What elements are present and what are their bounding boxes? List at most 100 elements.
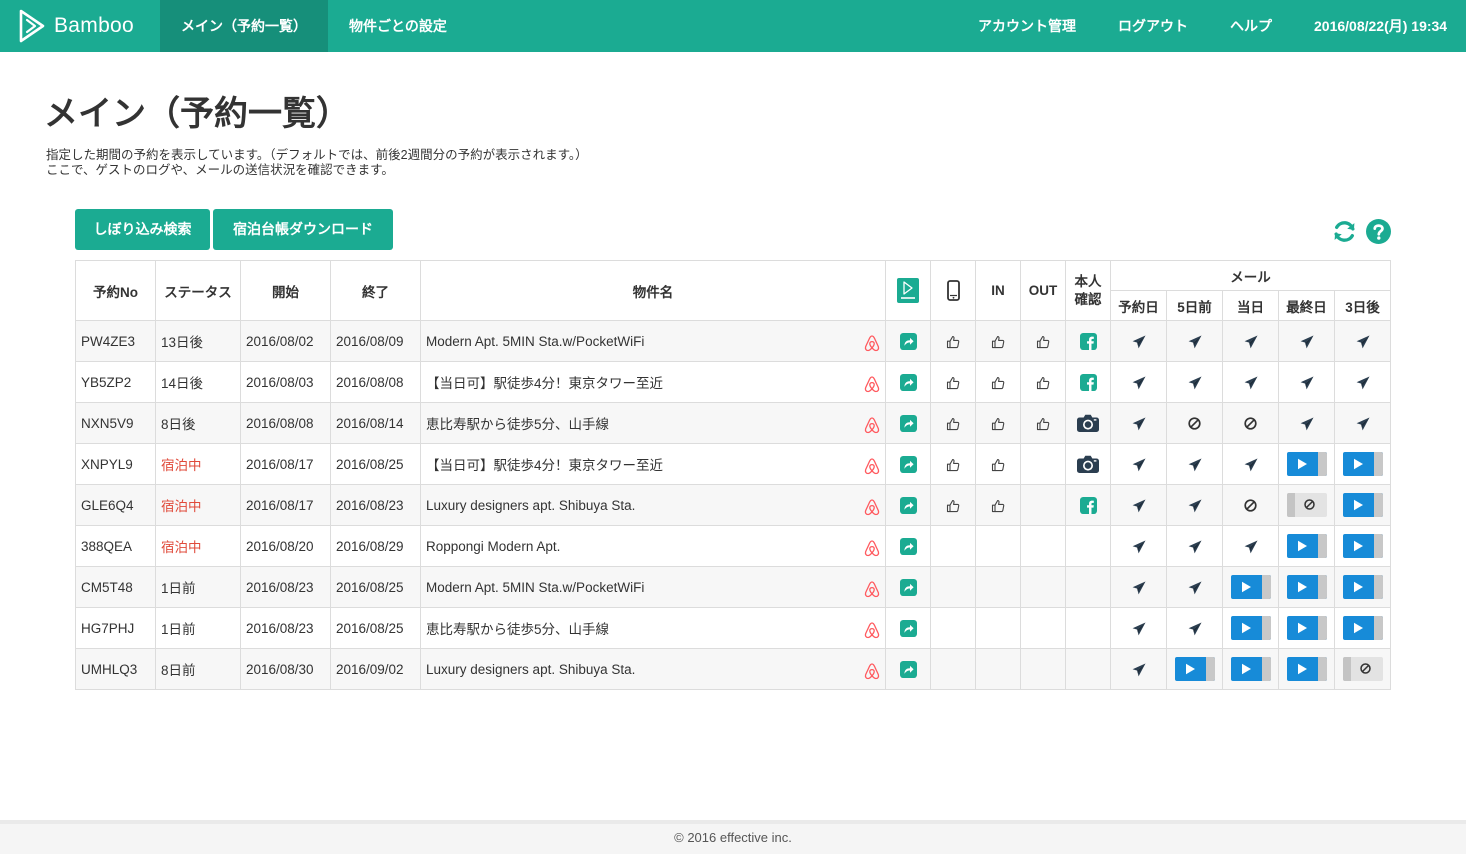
send-mail-button[interactable] — [1230, 575, 1271, 599]
send-mail-button[interactable] — [1230, 616, 1271, 640]
paper-plane-icon — [1300, 417, 1313, 431]
paper-plane-icon — [1188, 376, 1201, 390]
phone-cell — [930, 402, 976, 444]
send-mail-button[interactable] — [1174, 657, 1215, 681]
nav-help[interactable]: ヘルプ — [1230, 0, 1272, 52]
reservation-row[interactable]: GLE6Q4 宿泊中 2016/08/17 2016/08/23 Luxury desi… — [75, 484, 1392, 526]
col-start: 開始 — [240, 260, 331, 321]
send-mail-button[interactable] — [1342, 493, 1383, 517]
paper-plane-icon — [1244, 335, 1257, 349]
identity-cell — [1065, 607, 1111, 649]
reservation-no[interactable]: GLE6Q4 — [75, 484, 156, 526]
blocked-icon — [1244, 499, 1257, 513]
col-mail-5: 3日後 — [1333, 290, 1392, 321]
send-mail-button[interactable] — [1230, 657, 1271, 681]
reservation-no[interactable]: 388QEA — [75, 525, 156, 567]
reservation-no[interactable]: HG7PHJ — [75, 607, 156, 649]
reservation-no[interactable]: UMHLQ3 — [75, 648, 156, 690]
reservation-no[interactable]: PW4ZE3 — [75, 320, 156, 362]
mail-status-cell — [1222, 361, 1279, 403]
mail-disabled-toggle[interactable] — [1286, 493, 1327, 517]
send-mail-button[interactable] — [1286, 534, 1327, 558]
reservation-no[interactable]: NXN5V9 — [75, 402, 156, 444]
reservation-row[interactable]: HG7PHJ 1日前 2016/08/23 2016/08/25 恵比寿駅から徒歩5分、… — [75, 607, 1392, 649]
share-icon[interactable] — [899, 619, 917, 637]
send-mail-button[interactable] — [1342, 534, 1383, 558]
phone-cell — [930, 443, 976, 485]
airbnb-icon[interactable] — [864, 539, 880, 557]
reservation-row[interactable]: 388QEA 宿泊中 2016/08/20 2016/08/29 Roppongi Mo… — [75, 525, 1392, 567]
send-mail-button[interactable] — [1286, 452, 1327, 476]
checkin-cell — [975, 443, 1021, 485]
checkout-cell — [1020, 402, 1066, 444]
filter-search-button[interactable]: しぼり込み検索 — [75, 209, 210, 250]
nav-property-settings[interactable]: 物件ごとの設定 — [349, 0, 447, 52]
property-name: Roppongi Modern Apt. — [426, 538, 561, 554]
airbnb-icon[interactable] — [864, 457, 880, 475]
description-line-1: 指定した期間の予約を表示しています。（デフォルトでは、前後2週間分の予約が表示さ… — [46, 148, 588, 162]
bamboo-cell — [885, 648, 931, 690]
bamboo-logo[interactable]: Bamboo — [18, 9, 134, 43]
mail-status-cell — [1110, 320, 1167, 362]
share-icon[interactable] — [899, 496, 917, 514]
mail-status-cell — [1333, 648, 1392, 690]
reservation-no[interactable]: CM5T48 — [75, 566, 156, 608]
send-mail-button[interactable] — [1286, 575, 1327, 599]
facebook-icon — [1079, 496, 1097, 514]
reservation-row[interactable]: NXN5V9 8日後 2016/08/08 2016/08/14 恵比寿駅から徒歩5分、… — [75, 402, 1392, 444]
checkout-cell — [1020, 525, 1066, 567]
start-date: 2016/08/30 — [240, 648, 331, 690]
airbnb-icon[interactable] — [864, 621, 880, 639]
mail-status-cell — [1166, 484, 1223, 526]
share-icon[interactable] — [899, 373, 917, 391]
bamboo-cell — [885, 402, 931, 444]
reservation-row[interactable]: UMHLQ3 8日前 2016/08/30 2016/09/02 Luxury desi… — [75, 648, 1392, 690]
share-icon[interactable] — [899, 332, 917, 350]
mail-status-cell — [1166, 402, 1223, 444]
send-mail-button[interactable] — [1342, 575, 1383, 599]
airbnb-icon[interactable] — [864, 580, 880, 598]
share-icon[interactable] — [899, 578, 917, 596]
reservation-row[interactable]: CM5T48 1日前 2016/08/23 2016/08/25 Modern Apt.… — [75, 566, 1392, 608]
send-mail-button[interactable] — [1286, 616, 1327, 640]
reservation-no[interactable]: XNPYL9 — [75, 443, 156, 485]
mail-status-cell — [1166, 607, 1223, 649]
play-icon — [1353, 458, 1363, 470]
send-mail-button[interactable] — [1286, 657, 1327, 681]
airbnb-icon[interactable] — [864, 334, 880, 352]
property-cell: Luxury designers apt. Shibuya Sta. — [420, 648, 886, 690]
reservation-row[interactable]: YB5ZP2 14日後 2016/08/03 2016/08/08 【当日可】駅徒歩4分… — [75, 361, 1392, 403]
col-checkin: IN — [975, 260, 1021, 321]
airbnb-icon[interactable] — [864, 416, 880, 434]
identity-cell — [1065, 566, 1111, 608]
airbnb-icon[interactable] — [864, 662, 880, 680]
airbnb-icon[interactable] — [864, 375, 880, 393]
refresh-icon[interactable] — [1332, 219, 1357, 244]
share-icon[interactable] — [899, 414, 917, 432]
thumbs-up-icon — [991, 458, 1005, 471]
nav-main[interactable]: メイン（予約一覧） — [160, 0, 328, 52]
mail-disabled-toggle[interactable] — [1342, 657, 1383, 681]
mail-status-cell — [1278, 361, 1335, 403]
share-icon[interactable] — [899, 455, 917, 473]
reservation-no[interactable]: YB5ZP2 — [75, 361, 156, 403]
ledger-download-button[interactable]: 宿泊台帳ダウンロード — [213, 209, 393, 250]
checkout-cell — [1020, 648, 1066, 690]
top-navbar: Bamboo メイン（予約一覧） 物件ごとの設定 アカウント管理 ログアウト ヘ… — [0, 0, 1466, 52]
help-icon[interactable] — [1366, 219, 1391, 244]
col-property: 物件名 — [420, 260, 886, 321]
mail-status-cell — [1278, 607, 1335, 649]
property-cell: Roppongi Modern Apt. — [420, 525, 886, 567]
reservation-row[interactable]: PW4ZE3 13日後 2016/08/02 2016/08/09 Modern Apt… — [75, 320, 1392, 362]
share-icon[interactable] — [899, 537, 917, 555]
reservation-row[interactable]: XNPYL9 宿泊中 2016/08/17 2016/08/25 【当日可】駅徒歩4分！… — [75, 443, 1392, 485]
thumbs-up-icon — [991, 376, 1005, 389]
send-mail-button[interactable] — [1342, 616, 1383, 640]
checkin-cell — [975, 320, 1021, 362]
send-mail-button[interactable] — [1342, 452, 1383, 476]
end-date: 2016/08/09 — [330, 320, 421, 362]
airbnb-icon[interactable] — [864, 498, 880, 516]
nav-logout[interactable]: ログアウト — [1118, 0, 1188, 52]
nav-account[interactable]: アカウント管理 — [978, 0, 1076, 52]
share-icon[interactable] — [899, 660, 917, 678]
